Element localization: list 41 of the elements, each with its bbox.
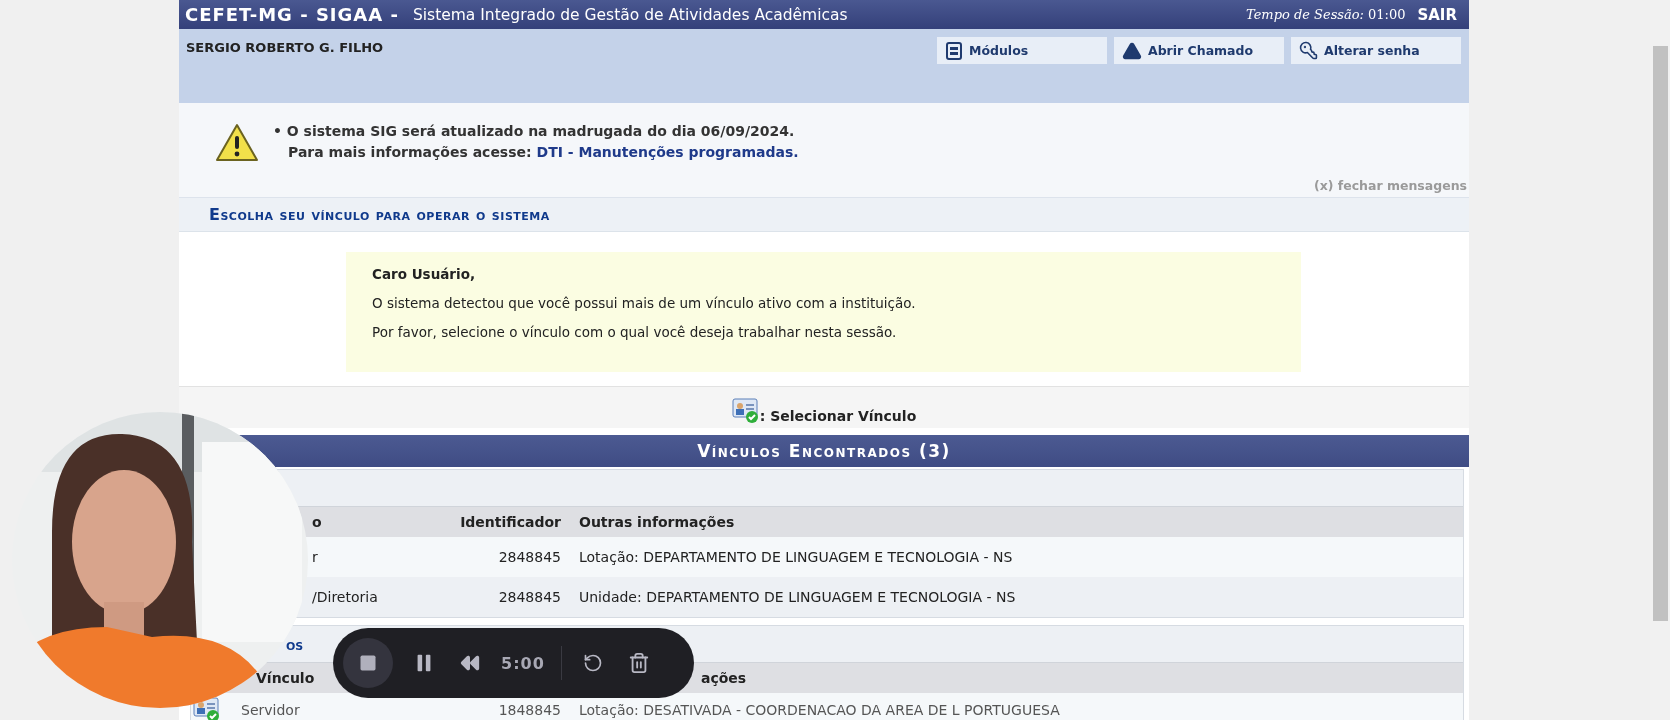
section-title: Escolha seu vínculo para operar o sistema <box>179 198 1469 232</box>
table-cell-text: 2848845 <box>497 589 561 605</box>
notice-info: Para mais informações acesse: DTI - Manutenções programadas. <box>287 144 799 160</box>
toolbar-button[interactable]: Alterar senha <box>1291 37 1461 64</box>
key-icon <box>1299 41 1318 60</box>
session-label: Tempo de Sessão: <box>1245 7 1364 22</box>
table-cell-text: Lotação: DEPARTAMENTO DE LINGUAGEM E TECNOLOGIA - NS <box>578 549 1014 565</box>
undo-icon <box>582 653 603 673</box>
maintenance-link[interactable]: DTI - Manutenções programadas. <box>536 144 799 160</box>
welcome-text: O sistema detectou que você possui mais de um vínculo ativo com a instituição. <box>372 295 917 311</box>
column-header: ações <box>701 670 747 686</box>
legend-text: : Selecionar Vínculo <box>759 408 917 424</box>
column-header: Vínculo <box>256 670 315 686</box>
toolbar-button[interactable]: Abrir Chamado <box>1114 37 1284 64</box>
warning-icon <box>1122 40 1142 61</box>
trash-icon <box>627 652 650 674</box>
bullet: • <box>273 123 282 139</box>
table-cell-text: 2848845 <box>497 549 561 565</box>
table-cell-text: Lotação: DESATIVADA - COORDENACAO DA AREA DE L PORTUGUESA <box>578 702 1061 718</box>
document-icon <box>945 41 963 60</box>
column-header: Outras informações <box>578 514 736 530</box>
logout-link[interactable]: SAIR <box>1417 5 1457 24</box>
welcome-text: Por favor, selecione o vínculo com o qual você deseja trabalhar nesta sessão. <box>372 324 898 340</box>
table-cell-text: r <box>311 549 319 565</box>
id-card-icon <box>731 398 760 424</box>
table-cell-text: 1848845 <box>497 702 561 718</box>
stop-icon <box>358 653 378 673</box>
table-cell-text: Unidade: DEPARTAMENTO DE LINGUAGEM E TECNOLOGIA - NS <box>578 589 1017 605</box>
system-brand: CEFET-MG - SIGAA - <box>185 4 399 25</box>
greeting: Caro Usuário, <box>372 266 477 282</box>
table-cell-text: /Diretoria <box>311 589 379 605</box>
system-title: Sistema Integrado de Gestão de Atividades Acadêmicas <box>412 5 848 24</box>
stop-button[interactable] <box>343 638 393 688</box>
table-cell: Servidor <box>241 702 300 718</box>
user-name: SERGIO ROBERTO G. FILHO <box>186 40 384 55</box>
warning-icon <box>215 123 259 163</box>
session-time: 01:00 <box>1368 7 1406 22</box>
notice-message: O sistema SIG será atualizado na madrugada do dia 06/09/2024. <box>286 123 795 139</box>
toolbar-button[interactable]: Módulos <box>937 37 1107 64</box>
column-header: Identificador <box>459 514 561 530</box>
column-header: o <box>311 514 323 530</box>
